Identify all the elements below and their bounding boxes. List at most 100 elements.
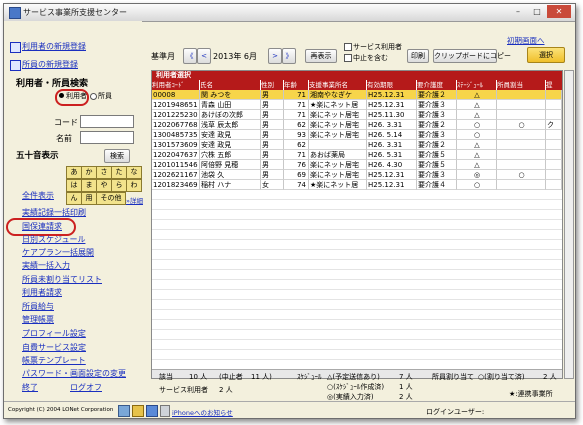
redisplay-button[interactable]: 再表示	[305, 49, 337, 63]
menu-salary[interactable]: 所員給与	[22, 301, 54, 312]
menu-all[interactable]: 全件表示	[22, 190, 54, 201]
col-header-name[interactable]: 氏名	[200, 80, 261, 90]
tool-icon[interactable]	[118, 405, 130, 417]
table-row[interactable]: 00008 関 みつを 男 71 湘南やなぎケ H25.12.31 要介護２ △	[152, 90, 562, 100]
code-input[interactable]	[80, 115, 134, 128]
cell-extra	[546, 150, 562, 160]
new-user-link[interactable]: 利用者の新規登録	[22, 41, 86, 52]
app-window: サービス事業所支援センター – □ ✕ 利用者の新規登録 所員の新規登録 利用者…	[3, 3, 576, 419]
col-header-gender[interactable]: 性別	[261, 80, 284, 90]
next-year-button[interactable]: 》	[282, 48, 296, 64]
col-header-schedule[interactable]: ｽﾃｰｼﾞｭｰﾙ	[457, 80, 497, 90]
kana-a[interactable]: あ	[66, 166, 82, 179]
iphone-notice-link[interactable]: iPhoneへのお知らせ	[172, 407, 233, 417]
close-button[interactable]: ✕	[547, 5, 571, 18]
table-row[interactable]: 1202047637 穴株 五郎 男 71 あおば薬局 H26. 5.31 要介…	[152, 150, 562, 160]
menu-unassigned[interactable]: 所員未割り当てリスト	[22, 274, 102, 285]
kana-you[interactable]: 用	[81, 192, 97, 205]
menu-exit[interactable]: 終了	[22, 382, 38, 393]
col-header-care-level[interactable]: 要介護度	[417, 80, 457, 90]
col-header-office[interactable]: 支援事業所名	[309, 80, 367, 90]
empty-row	[152, 230, 562, 240]
cell-care-level: 要介護２	[417, 120, 457, 130]
print-button[interactable]: 印刷	[407, 49, 429, 63]
menu-kokuho[interactable]: 国保連請求	[22, 221, 62, 232]
cell-care-level: 要介護２	[417, 140, 457, 150]
kana-n[interactable]: ん	[66, 192, 82, 205]
service-user-checkbox[interactable]	[344, 43, 352, 51]
new-screen-link[interactable]: 初期画面へ	[507, 35, 545, 46]
folder-icon[interactable]	[132, 405, 144, 417]
logoff-link[interactable]: ログオフ	[70, 382, 102, 393]
kana-ra[interactable]: ら	[111, 179, 127, 192]
menu-bulk-print[interactable]: 実績記録一括印刷	[22, 207, 86, 218]
table-row[interactable]: 1202621167 池袋 久 男 69 楽にネット居宅 H25.12.31 要…	[152, 170, 562, 180]
kana-title: 五十音表示	[16, 151, 59, 161]
cell-code: 1202067768	[152, 120, 200, 130]
cell-code: 1202621167	[152, 170, 200, 180]
col-header-age[interactable]: 年齢	[284, 80, 309, 90]
kana-sa[interactable]: さ	[96, 166, 112, 179]
kana-other[interactable]: その他	[96, 192, 126, 205]
menu-reports[interactable]: 管理帳票	[22, 314, 54, 325]
col-header-expiry[interactable]: 有効期限	[367, 80, 417, 90]
prev-month-button[interactable]: <	[197, 48, 211, 64]
cell-extra	[546, 110, 562, 120]
table-row[interactable]: 1201011546 阿倍野 見穂 男 76 楽にネット居宅 H26. 4.30…	[152, 160, 562, 170]
grid-title: 利用者選択	[152, 71, 562, 80]
assign-value: ○(割り当て済)	[478, 373, 525, 381]
kana-wa[interactable]: わ	[126, 179, 142, 192]
cell-schedule: △	[457, 140, 497, 150]
menu-daily-schedule[interactable]: 日別スケジュール	[22, 234, 85, 245]
cell-schedule: △	[457, 90, 497, 100]
select-button[interactable]: 選択	[527, 47, 565, 63]
radio-user-label[interactable]: 利用者	[66, 91, 87, 101]
col-header-extra[interactable]: 提	[546, 80, 562, 90]
cell-gender: 男	[261, 130, 284, 140]
minimize-button[interactable]: –	[509, 5, 527, 18]
table-row[interactable]: 1201948651 青森 山田 男 71 ★楽にネット居 H25.12.31 …	[152, 100, 562, 110]
service-user-label: サービス利用者	[353, 43, 402, 51]
menu-self-service[interactable]: 自費サービス設定	[22, 342, 86, 353]
status-bar: Copyright (C) 2004 LONet Corporation iPh…	[4, 401, 575, 418]
radio-staff-dot[interactable]	[90, 93, 97, 100]
kana-na[interactable]: な	[126, 166, 142, 179]
kana-ta[interactable]: た	[111, 166, 127, 179]
kana-ya[interactable]: や	[96, 179, 112, 192]
table-row[interactable]: 1300485735 安達 政見 男 93 楽にネット居宅 H26. 5.14 …	[152, 130, 562, 140]
phone-icon[interactable]	[160, 405, 170, 417]
table-row[interactable]: 1201823469 稲村 ハナ 女 74 ★楽にネット居 H25.12.31 …	[152, 180, 562, 190]
next-month-button[interactable]: >	[268, 48, 282, 64]
menu-profile[interactable]: プロフィール設定	[22, 328, 86, 339]
table-row[interactable]: 1201225230 あけぼの次郎 男 71 楽にネット居宅 H25.11.30…	[152, 110, 562, 120]
menu-bulk-input[interactable]: 実績一括入力	[22, 260, 70, 271]
kana-ma[interactable]: ま	[81, 179, 97, 192]
search-button[interactable]: 検索	[104, 149, 130, 163]
menu-careplan[interactable]: ケアプラン一括展開	[22, 247, 94, 258]
include-paused-checkbox[interactable]	[344, 54, 352, 62]
radio-user-dot[interactable]	[59, 93, 64, 98]
detail-link[interactable]: »詳細	[126, 195, 143, 205]
vertical-scrollbar[interactable]	[564, 70, 574, 379]
table-row[interactable]: 1202067768 浅草 辰太郎 男 62 楽にネット居宅 H26. 3.31…	[152, 120, 562, 130]
radio-staff-label[interactable]: 所員	[98, 91, 112, 101]
skype-icon[interactable]	[146, 405, 158, 417]
kana-ha[interactable]: は	[66, 179, 82, 192]
new-office-link[interactable]: 所員の新規登録	[22, 59, 78, 70]
cell-schedule: △	[457, 160, 497, 170]
menu-user-billing[interactable]: 利用者請求	[22, 287, 62, 298]
menu-template[interactable]: 帳票テンプレート	[22, 355, 86, 366]
empty-row	[152, 250, 562, 260]
col-header-code[interactable]: 利用者ｺｰﾄﾞ	[152, 80, 200, 90]
maximize-button[interactable]: □	[528, 5, 546, 18]
name-input[interactable]	[80, 131, 134, 144]
kana-ka[interactable]: か	[81, 166, 97, 179]
clipboard-button[interactable]: クリップボードにコピー	[433, 49, 511, 63]
prev-year-button[interactable]: 《	[183, 48, 197, 64]
menu-password[interactable]: パスワード・画面設定の変更	[22, 368, 126, 379]
col-header-assign[interactable]: 所員割当	[497, 80, 546, 90]
cell-code: 1300485735	[152, 130, 200, 140]
table-row[interactable]: 1301573609 安達 政見 男 62 H26. 3.31 要介護２ △	[152, 140, 562, 150]
cell-expiry: H26. 5.14	[367, 130, 417, 140]
cell-name: 安達 政見	[200, 130, 261, 140]
